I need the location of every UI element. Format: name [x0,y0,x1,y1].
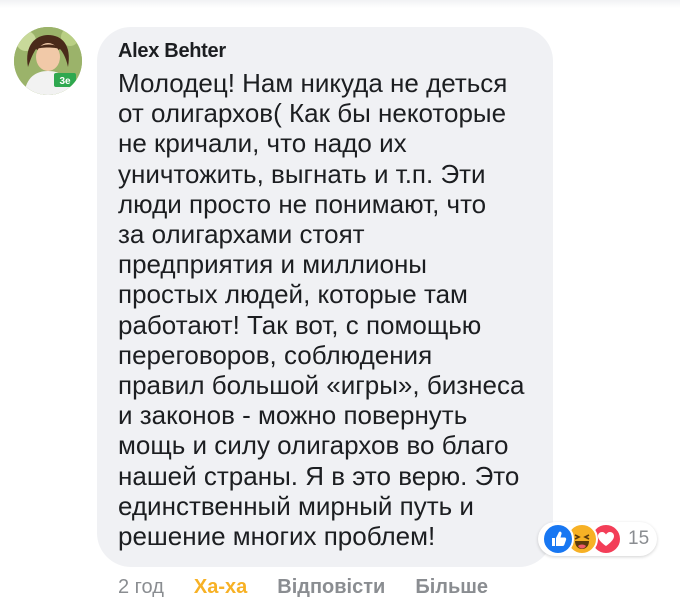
reactions-summary[interactable]: 15 [538,522,658,556]
avatar[interactable]: 3e [14,27,82,95]
comment-text: Молодец! Нам никуда не деться от олигарх… [118,68,525,552]
avatar-badge: 3e [59,76,71,87]
avatar-photo: 3e [14,27,82,95]
reaction-count: 15 [628,528,650,549]
comment-author[interactable]: Alex Behter [118,40,226,63]
reply-button[interactable]: Відповісти [277,576,385,599]
like-icon [542,523,574,555]
comment-timestamp[interactable]: 2 год [118,576,164,599]
more-button[interactable]: Більше [415,576,488,599]
comment-actions: 2 год Ха-ха Відповісти Більше [118,576,518,599]
haha-reaction-button[interactable]: Ха-ха [194,576,247,599]
top-divider [0,0,680,8]
